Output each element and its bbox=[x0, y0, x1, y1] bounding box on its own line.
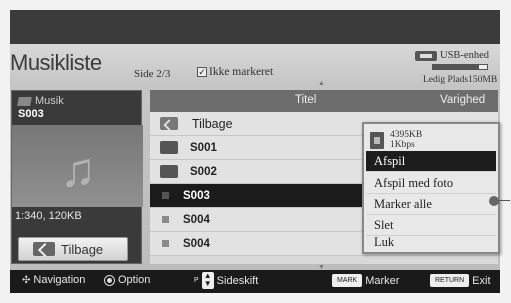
return-key: RETURN bbox=[430, 274, 470, 287]
unmarked-label: Ikke markeret bbox=[209, 66, 274, 78]
popup-file-info: 4395KB 1Kbps bbox=[370, 128, 422, 152]
free-space-fill bbox=[433, 65, 479, 69]
column-duration: Varighed bbox=[440, 94, 486, 106]
music-file-icon bbox=[162, 240, 169, 247]
album-art: ♫ bbox=[12, 125, 143, 207]
page-up-down-icon: ▲ ▼ bbox=[201, 272, 214, 289]
header-dark-band bbox=[10, 10, 500, 44]
preview-meta: 1:340, 120KB bbox=[15, 210, 82, 222]
navigation-arrows-icon: ✣ bbox=[22, 274, 31, 286]
page-indicator: Side 2/3 bbox=[134, 68, 171, 80]
back-button-label: Tilbage bbox=[61, 241, 104, 257]
menu-item-close[interactable]: Luk bbox=[366, 232, 496, 253]
list-item-label: S003 bbox=[183, 189, 210, 202]
unmarked-filter[interactable]: ✓ Ikke markeret bbox=[197, 66, 273, 78]
popup-scroll-knob[interactable] bbox=[489, 196, 499, 206]
footer-navigation-label: Navigation bbox=[33, 274, 86, 286]
list-item-label: S004 bbox=[183, 213, 210, 226]
music-file-icon bbox=[162, 192, 169, 199]
music-file-icon bbox=[162, 216, 169, 223]
preview-file-name: S003 bbox=[18, 108, 44, 120]
menu-item-play[interactable]: Afspil bbox=[366, 151, 496, 172]
page-title: Musikliste bbox=[10, 50, 102, 75]
scroll-up-icon[interactable]: ▲ bbox=[318, 80, 325, 87]
folder-icon bbox=[160, 165, 178, 178]
footer-page-change[interactable]: P ▲ ▼ Sideskift bbox=[194, 272, 258, 289]
callout-line bbox=[498, 200, 510, 201]
footer-bar: ✣ Navigation Option P ▲ ▼ Sideskift MARK … bbox=[10, 270, 500, 293]
footer-mark-label: Marker bbox=[365, 274, 400, 287]
usb-label: USB-enhed bbox=[440, 50, 489, 61]
option-popup: 4395KB 1Kbps Afspil Afspil med foto Mark… bbox=[362, 122, 500, 254]
top-band bbox=[0, 0, 511, 10]
back-button[interactable]: Tilbage bbox=[18, 237, 128, 261]
usb-device: USB-enhed bbox=[415, 50, 489, 61]
footer-page-change-label: Sideskift bbox=[216, 274, 259, 287]
music-category: Musik bbox=[17, 95, 64, 107]
music-note-icon: ♫ bbox=[60, 144, 96, 197]
footer-option-label: Option bbox=[118, 274, 151, 286]
footer-option[interactable]: Option bbox=[104, 274, 150, 286]
file-size: 4395KB bbox=[390, 130, 423, 140]
checkbox-icon[interactable]: ✓ bbox=[197, 67, 207, 77]
usb-icon bbox=[415, 50, 437, 61]
free-space-label: Ledig Plads150MB bbox=[423, 75, 498, 85]
list-item-label: S004 bbox=[183, 237, 210, 250]
footer-navigation: ✣ Navigation bbox=[22, 274, 85, 286]
music-category-label: Musik bbox=[35, 95, 64, 107]
list-item-label: S001 bbox=[190, 141, 217, 154]
option-button-icon bbox=[104, 274, 115, 286]
footer-mark[interactable]: MARK Marker bbox=[332, 274, 399, 287]
file-bitrate: 1Kbps bbox=[390, 140, 415, 150]
list-header: Titel Varighed bbox=[150, 90, 498, 112]
footer-exit[interactable]: RETURN Exit bbox=[430, 274, 491, 287]
footer-exit-label: Exit bbox=[472, 274, 491, 287]
menu-item-mark-all[interactable]: Marker alle bbox=[366, 194, 496, 215]
list-item-label: Tilbage bbox=[192, 116, 233, 131]
column-title: Titel bbox=[295, 94, 317, 106]
up-folder-icon bbox=[160, 117, 178, 130]
free-space-bar bbox=[432, 64, 488, 70]
mark-key: MARK bbox=[332, 274, 363, 287]
music-folder-icon bbox=[17, 96, 32, 106]
page-key-label: P bbox=[194, 277, 199, 284]
list-item-label: S002 bbox=[190, 165, 217, 178]
music-file-icon bbox=[370, 131, 384, 149]
menu-item-play-with-photo[interactable]: Afspil med foto bbox=[366, 173, 496, 194]
back-arrow-icon bbox=[33, 242, 55, 256]
folder-icon bbox=[160, 141, 178, 154]
